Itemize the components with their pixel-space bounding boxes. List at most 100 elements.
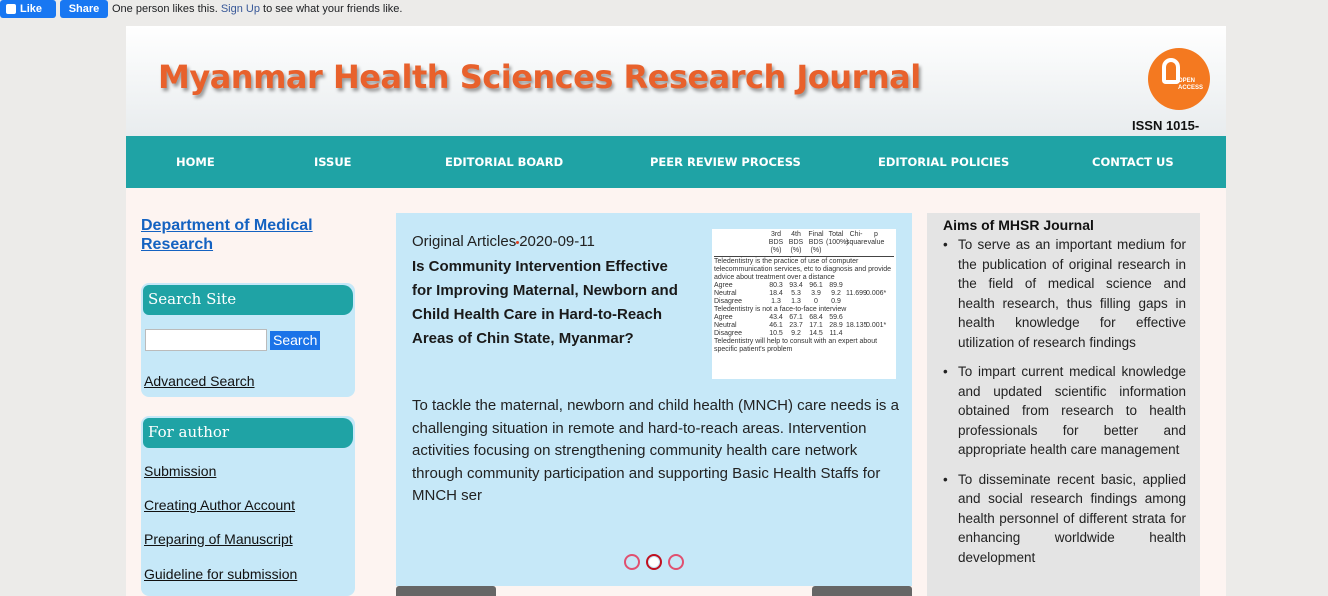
facebook-like-button[interactable]: Like [0,0,56,18]
thumb-table-cell: 17.1 [809,322,823,329]
facebook-like-text: One person likes this. Sign Up to see wh… [112,3,403,15]
thumb-table-row: Disagree 10.5 9.2 14.5 11.4 [714,330,894,338]
thumb-table-cell [846,330,866,338]
thumb-section3: Teledentistry will help to consult with … [714,338,878,353]
thumb-section1: Teledentistry is the practice of use of … [714,258,892,281]
thumb-table-cell: 9.2 [791,330,801,337]
thumb-table-cell: 93.4 [789,282,803,289]
thumb-table-cell: 96.1 [809,282,823,289]
thumb-table-cell: 14.5 [809,330,823,337]
thumb-table-row: Disagree 1.3 1.3 0 0.9 [714,298,894,306]
search-site-heading: Search Site [143,285,353,315]
thumb-table-cell: 5.3 [791,290,801,297]
thumb-table-cell [866,282,886,290]
thumb-table-cell: 67.1 [789,314,803,321]
article-category: Original Articles [412,233,517,250]
thumb-rows2: Agree 43.4 67.1 68.4 59.6 Neutral 46.1 23.7 17.1… [714,314,894,338]
facebook-share-button[interactable]: Share [60,0,108,18]
thumb-table-cell: Neutral [714,322,737,329]
search-button[interactable]: Search [270,330,321,350]
facebook-signup-link[interactable]: Sign Up [221,3,260,15]
slider-dot-1[interactable] [624,554,640,570]
search-site-box: Search Site Search Advanced Search [141,283,355,397]
thumb-table-row: Agree 43.4 67.1 68.4 59.6 [714,314,894,322]
author-link-preparing-manuscript[interactable]: Preparing of Manuscript [144,531,293,547]
thumb-section2: Teledentistry is not a face-to-face inte… [714,306,847,313]
thumb-table-cell: 80.3 [769,282,783,289]
thumb-table-cell: 18.135 [846,322,868,329]
thumb-table-cell: Agree [714,314,733,321]
thumb-table-cell: 18.4 [769,290,783,297]
thumb-table-row: Neutral 46.1 23.7 17.1 28.9 18.135 0.001* [714,322,894,330]
article-excerpt: To tackle the maternal, newborn and chil… [412,397,899,504]
thumb-table-cell [846,282,866,290]
for-author-heading: For author [143,418,353,448]
thumb-table-cell: 11.699 [846,290,867,297]
article-thumbnail[interactable]: 3rd BDS (%) 4th BDS (%) Final BDS (%) To… [712,229,896,379]
author-link-guideline[interactable]: Guideline for submission [144,566,297,582]
thumb-table-cell: 9.2 [831,290,841,297]
thumb-table-cell: 43.4 [769,314,783,321]
thumb-header-row: 3rd BDS (%) 4th BDS (%) Final BDS (%) To… [768,231,885,254]
thumb-table-cell: 10.5 [769,330,783,337]
site-title[interactable]: Myanmar Health Sciences Research Journal [158,58,921,96]
thumb-table-cell [846,298,866,306]
article-meta: Original Articles 2020-09-11 [412,233,595,250]
thumb-table-cell: Agree [714,282,733,289]
for-author-box: For author Submission Creating Author Ac… [141,416,355,596]
thumb-table-cell [866,314,886,322]
thumb-table-cell: 11.4 [829,330,843,337]
thumb-table-cell: 0.9 [831,298,841,305]
nav-home[interactable]: HOME [176,136,215,188]
thumb-table-cell: 1.3 [771,298,781,305]
thumb-table-cell: 0 [814,298,818,305]
thumb-table-cell: 46.1 [769,322,783,329]
slider-pager [624,554,684,570]
featured-article-slider: Original Articles 2020-09-11 Is Community… [396,213,912,586]
open-access-logo: OPEN ACCESS [1148,48,1210,110]
thumb-table-cell: Neutral [714,290,737,297]
thumb-table-cell: 28.9 [829,322,843,329]
open-access-label: OPEN ACCESS [1178,78,1204,91]
thumb-table-cell: Disagree [714,330,743,337]
slider-dot-2[interactable] [646,554,662,570]
nav-issue[interactable]: ISSUE [314,136,352,188]
page-container: Myanmar Health Sciences Research Journal… [126,26,1226,596]
article-title[interactable]: Is Community Intervention Effective for … [412,255,692,351]
thumb-table-cell: 59.6 [829,314,843,321]
thumb-table-cell: 3.9 [811,290,821,297]
aims-item: To impart current medical knowledge and … [943,362,1186,460]
slider-prev-button[interactable] [396,586,496,596]
slider-next-button[interactable] [812,586,912,596]
nav-editorial-policies[interactable]: EDITORIAL POLICIES [878,136,1009,188]
thumb-table-cell: 0.006* [866,290,887,297]
aims-item: To disseminate recent basic, applied and… [943,470,1186,568]
search-input[interactable] [145,329,267,351]
aims-list: To serve as an important medium for the … [943,235,1186,567]
thumb-table-cell [866,330,886,338]
thumb-table-cell: 23.7 [789,322,803,329]
advanced-search-link[interactable]: Advanced Search [144,373,255,389]
aims-item: To serve as an important medium for the … [943,235,1186,352]
nav-peer-review-process[interactable]: PEER REVIEW PROCESS [650,136,801,188]
aims-heading: Aims of MHSR Journal [943,217,1094,233]
nav-contact-us[interactable]: CONTACT US [1092,136,1174,188]
thumb-table-cell [846,314,866,322]
author-link-creating-account[interactable]: Creating Author Account [144,497,295,513]
thumb-table-cell: 0.001* [866,322,887,329]
facebook-bar: Like Share One person likes this. Sign U… [0,0,402,18]
thumb-divider [714,256,894,257]
thumb-table-row: Neutral 18.4 5.3 3.9 9.2 11.699 0.006* [714,290,894,298]
nav-editorial-board[interactable]: EDITORIAL BOARD [445,136,563,188]
author-link-submission[interactable]: Submission [144,463,216,479]
main-nav: HOME ISSUE EDITORIAL BOARD PEER REVIEW P… [126,136,1226,188]
thumb-table-cell: 68.4 [809,314,823,321]
thumb-table-cell: 1.3 [791,298,801,305]
thumb-table-row: Agree 80.3 93.4 96.1 89.9 [714,282,894,290]
slider-dot-3[interactable] [668,554,684,570]
dept-medical-research-link[interactable]: Department of Medical Research [141,216,341,254]
thumbs-up-icon [6,4,16,14]
thumb-table-cell: Disagree [714,298,743,305]
site-header: Myanmar Health Sciences Research Journal… [126,26,1226,148]
thumb-table-cell: 89.9 [829,282,843,289]
